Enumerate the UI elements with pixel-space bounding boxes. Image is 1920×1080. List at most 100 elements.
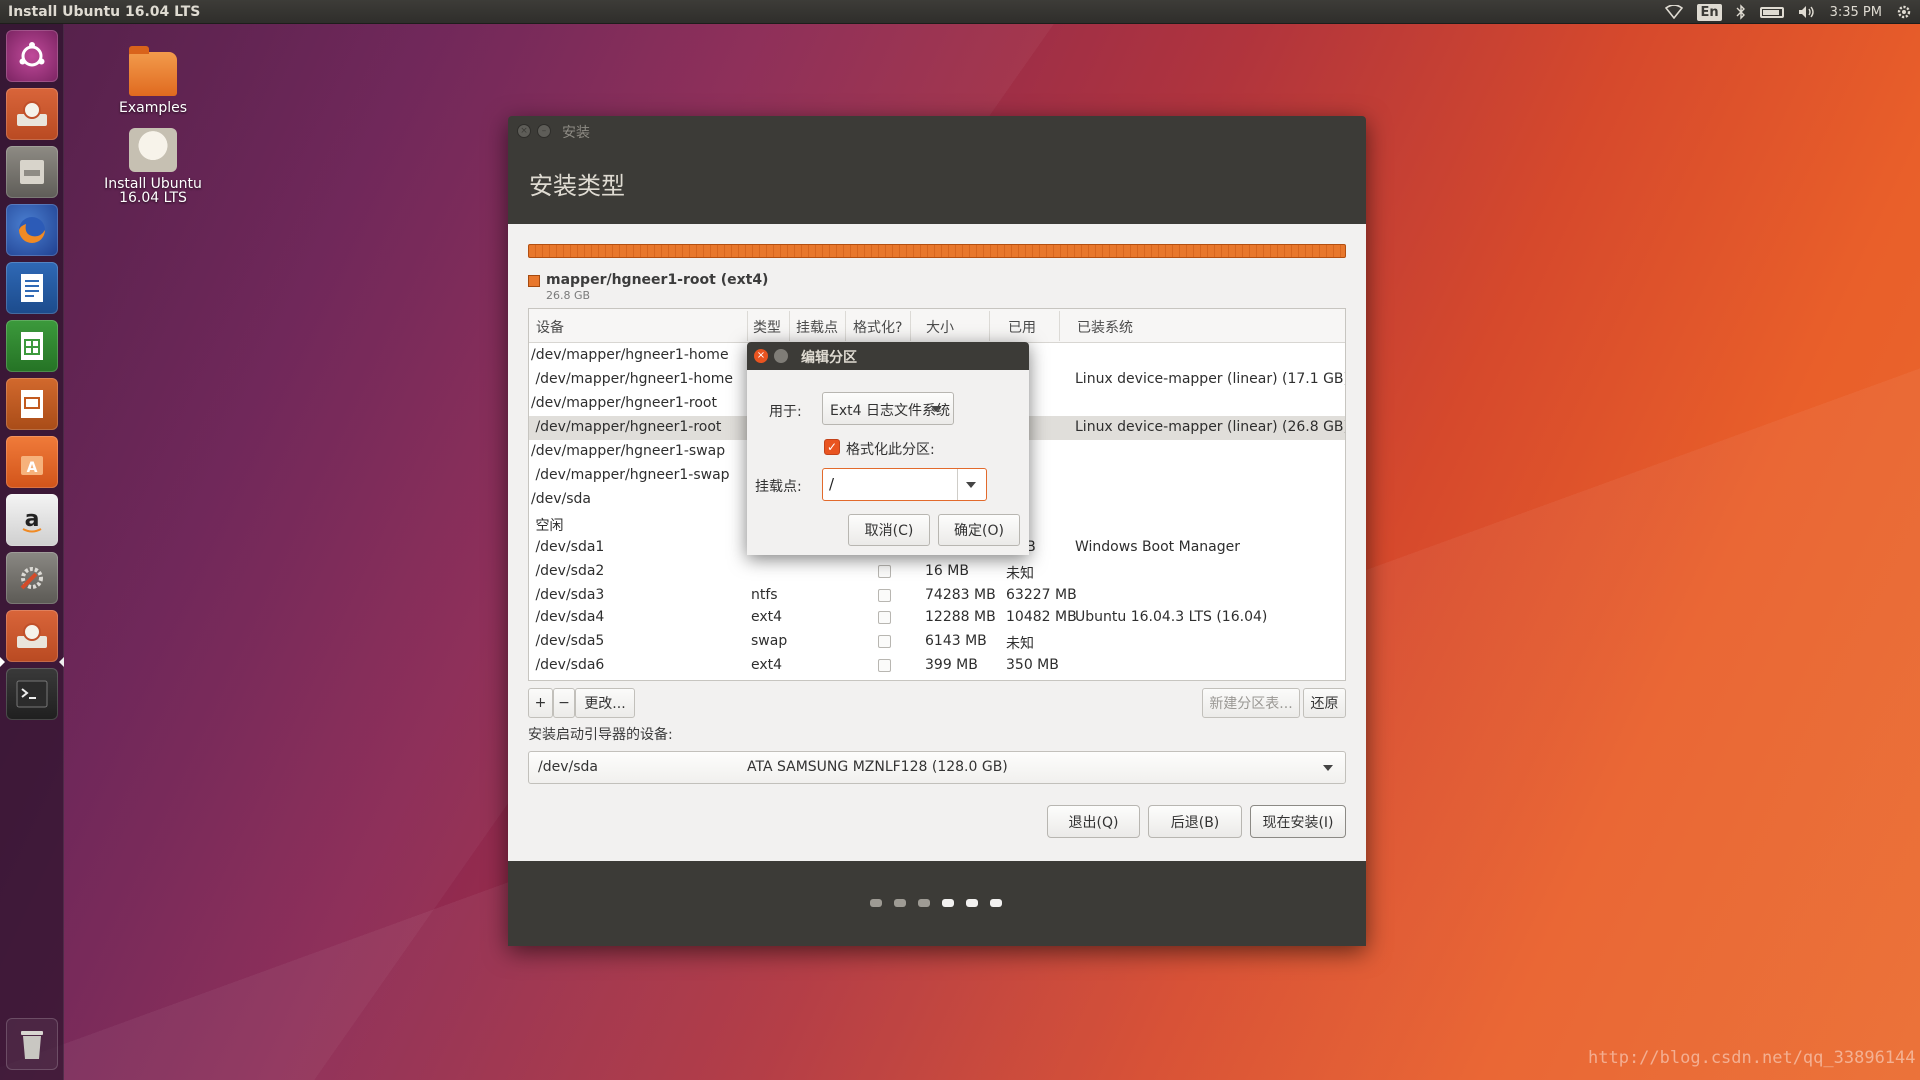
window-header: × – 安装 安装类型 [508, 116, 1366, 224]
column-size[interactable]: 大小 [926, 317, 954, 337]
mount-point-combo-entry[interactable]: / [822, 468, 987, 501]
table-row[interactable]: /dev/sda6 ext4 399 MB 350 MB [529, 654, 1345, 678]
partition-usage-bar [528, 244, 1346, 258]
partition-legend-name: mapper/hgneer1-root (ext4) [546, 272, 769, 288]
cancel-button[interactable]: 取消(C) [848, 514, 930, 546]
step-dot [894, 899, 906, 907]
add-partition-button[interactable]: + [528, 688, 553, 718]
calc-spreadsheet-icon [21, 332, 43, 360]
step-dot-current [942, 899, 954, 907]
launcher-trash[interactable] [6, 1018, 58, 1070]
bluetooth-icon[interactable] [1736, 4, 1746, 20]
cell-type: swap [751, 633, 788, 649]
launcher-firefox[interactable] [6, 204, 58, 256]
cell-size: 74283 MB [925, 587, 996, 603]
step-dot [990, 899, 1002, 907]
format-checkbox[interactable] [878, 659, 891, 672]
launcher-installer-running[interactable] [6, 610, 58, 662]
column-device[interactable]: 设备 [536, 317, 564, 337]
launcher-amazon[interactable]: a [6, 494, 58, 546]
volume-icon[interactable] [1798, 5, 1816, 19]
table-row[interactable]: /dev/sda2 16 MB 未知 [529, 560, 1345, 584]
quit-button[interactable]: 退出(Q) [1047, 805, 1140, 838]
table-row[interactable]: /dev/sda3 ntfs 74283 MB 63227 MB [529, 584, 1345, 608]
column-system[interactable]: 已装系统 [1077, 317, 1133, 337]
battery-icon[interactable] [1759, 6, 1784, 18]
column-divider [910, 311, 911, 341]
partition-legend-size: 26.8 GB [546, 289, 591, 302]
format-checkbox[interactable] [878, 565, 891, 578]
launcher-terminal[interactable] [6, 668, 58, 720]
keyboard-layout-indicator[interactable]: En [1697, 3, 1722, 21]
cell-device: /dev/sda [531, 491, 591, 507]
launcher-installer[interactable] [6, 88, 58, 140]
column-divider [1059, 311, 1060, 341]
desktop-install-ubuntu[interactable]: Install Ubuntu 16.04 LTS [93, 128, 213, 206]
step-dot [966, 899, 978, 907]
cell-device: /dev/sda5 [531, 633, 605, 649]
desktop-installer-label-line2: 16.04 LTS [119, 190, 187, 206]
launcher-calc[interactable] [6, 320, 58, 372]
network-wifi-icon[interactable] [1665, 5, 1684, 19]
ubuntu-logo-icon [19, 42, 45, 67]
cell-used: 未知 [1006, 636, 1034, 652]
dialog-title: 编辑分区 [801, 350, 857, 366]
edit-partition-dialog: × 编辑分区 用于: Ext4 日志文件系统 ✓ 格式化此分区: 挂载点: / … [747, 342, 1029, 555]
column-format[interactable]: 格式化? [853, 317, 902, 337]
partition-table-header: 设备 类型 挂载点 格式化? 大小 已用 已装系统 [529, 309, 1345, 343]
cell-used: 350 MB [1006, 657, 1059, 673]
column-used[interactable]: 已用 [1008, 317, 1036, 337]
change-partition-button[interactable]: 更改... [575, 688, 635, 718]
minimize-icon[interactable]: – [537, 124, 551, 138]
launcher-running-indicator [0, 657, 5, 667]
format-checkbox[interactable] [878, 635, 891, 648]
desktop-examples[interactable]: Examples [93, 46, 213, 116]
close-icon[interactable]: × [517, 124, 531, 138]
boot-loader-device-select[interactable]: /dev/sda ATA SAMSUNG MZNLF128 (128.0 GB) [528, 751, 1346, 784]
close-icon[interactable]: × [754, 349, 768, 363]
indicator-area: En 3:35 PM [1665, 0, 1912, 24]
remove-partition-button[interactable]: − [553, 688, 575, 718]
use-as-select[interactable]: Ext4 日志文件系统 [822, 392, 954, 425]
column-type[interactable]: 类型 [753, 317, 781, 337]
amazon-icon: a [22, 507, 42, 533]
step-dot [870, 899, 882, 907]
chevron-down-icon [1323, 765, 1333, 771]
ok-button[interactable]: 确定(O) [938, 514, 1020, 546]
back-button[interactable]: 后退(B) [1148, 805, 1242, 838]
launcher-writer[interactable] [6, 262, 58, 314]
svg-text:a: a [25, 507, 40, 532]
format-partition-label: 格式化此分区: [846, 442, 935, 458]
watermark-text: http://blog.csdn.net/qq_33896144 [1588, 1048, 1916, 1068]
format-partition-checkbox[interactable]: ✓ [824, 439, 840, 455]
active-window-title: Install Ubuntu 16.04 LTS [8, 3, 201, 20]
terminal-icon [16, 680, 48, 708]
table-row[interactable]: /dev/sda4 ext4 12288 MB 10482 MB Ubuntu … [529, 606, 1345, 630]
new-partition-table-button[interactable]: 新建分区表... [1202, 688, 1300, 718]
minimize-icon[interactable] [774, 349, 788, 363]
column-mount[interactable]: 挂载点 [796, 317, 838, 337]
step-dot [918, 899, 930, 907]
gear-icon[interactable] [1896, 4, 1912, 20]
boot-device-description: ATA SAMSUNG MZNLF128 (128.0 GB) [747, 759, 1008, 775]
cell-used: 10482 MB [1006, 609, 1077, 625]
dash-home-button[interactable] [6, 30, 58, 82]
chevron-down-icon[interactable] [966, 482, 976, 488]
launcher-impress[interactable] [6, 378, 58, 430]
table-row[interactable]: /dev/sda5 swap 6143 MB 未知 [529, 630, 1345, 654]
launcher-focused-indicator [59, 657, 64, 667]
format-checkbox[interactable] [878, 611, 891, 624]
installer-progress-dots [870, 899, 1002, 907]
launcher-system-settings[interactable] [6, 552, 58, 604]
revert-button[interactable]: 还原 [1303, 688, 1346, 718]
cell-device: /dev/mapper/hgneer1-swap [531, 443, 726, 459]
cell-device: /dev/sda1 [531, 539, 605, 555]
launcher-files[interactable] [6, 146, 58, 198]
launcher-software-center[interactable]: A [6, 436, 58, 488]
install-now-button[interactable]: 现在安装(I) [1250, 805, 1346, 838]
writer-document-icon [21, 274, 43, 302]
format-checkbox[interactable] [878, 589, 891, 602]
dialog-header: × 编辑分区 [747, 342, 1029, 370]
software-bag-icon: A [21, 456, 43, 476]
clock[interactable]: 3:35 PM [1830, 5, 1882, 20]
